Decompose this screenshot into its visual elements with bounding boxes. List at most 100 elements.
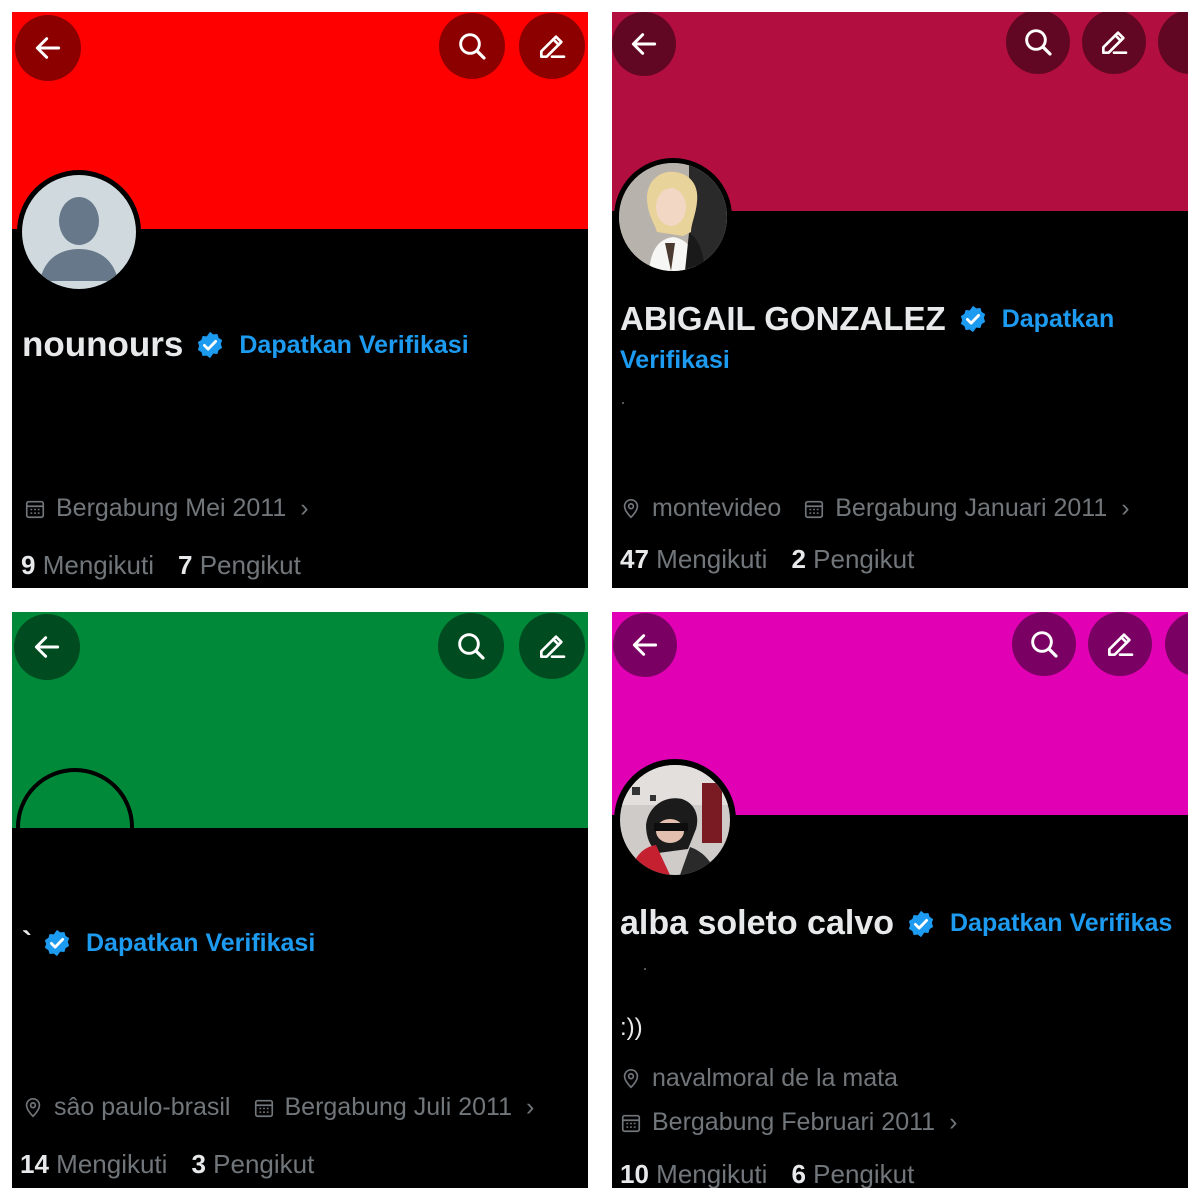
location: navalmoral de la mata xyxy=(620,1064,898,1093)
pencil-icon xyxy=(536,30,568,62)
followers-label: Pengikut xyxy=(213,1149,315,1179)
bio: :)) xyxy=(620,1014,643,1041)
arrow-left-icon xyxy=(628,28,660,60)
pencil-icon xyxy=(1104,628,1136,660)
avatar[interactable] xyxy=(614,158,732,276)
followers-link[interactable]: 3 Pengikut xyxy=(191,1149,314,1179)
calendar-icon xyxy=(253,1097,275,1119)
avatar[interactable] xyxy=(17,170,141,294)
following-count: 47 xyxy=(620,544,649,574)
photo-woman-sunglasses xyxy=(620,765,730,875)
display-name: nounours xyxy=(22,325,184,364)
back-button[interactable] xyxy=(14,614,80,680)
follow-stats: 10 Mengikuti 6 Pengikut xyxy=(620,1159,914,1188)
joined-text: Bergabung Juli 2011 xyxy=(284,1093,513,1121)
more-icon xyxy=(1174,26,1188,58)
follow-stats: 47 Mengikuti 2 Pengikut xyxy=(620,544,914,575)
display-name: ` xyxy=(22,926,32,959)
search-icon xyxy=(455,630,487,662)
verified-badge-icon xyxy=(42,928,72,958)
followers-link[interactable]: 7 Pengikut xyxy=(178,550,301,580)
chevron-right-icon[interactable]: › xyxy=(300,494,308,523)
location-pin-icon xyxy=(620,1068,642,1090)
following-count: 14 xyxy=(20,1149,49,1179)
back-button[interactable] xyxy=(15,15,81,81)
location-pin-icon xyxy=(620,498,642,520)
get-verified-link[interactable]: Dapatkan Verifikasi xyxy=(86,929,315,958)
edit-button[interactable] xyxy=(519,13,585,79)
avatar[interactable] xyxy=(16,768,134,886)
edit-button[interactable] xyxy=(1082,12,1146,74)
following-link[interactable]: 14 Mengikuti xyxy=(20,1149,167,1179)
default-avatar-icon xyxy=(40,197,118,281)
joined-date: Bergabung Juli 2011 › xyxy=(253,1093,534,1122)
profile-panel-backtick: ` Dapatkan Verifikasi sâo paulo-brasil B… xyxy=(12,612,588,1188)
location: montevideo xyxy=(620,494,781,523)
avatar[interactable] xyxy=(614,759,736,881)
get-verified-link-wrap[interactable]: Verifikasi xyxy=(620,341,730,379)
followers-label: Pengikut xyxy=(199,550,301,580)
followers-count: 2 xyxy=(791,544,806,574)
pencil-icon xyxy=(1098,26,1130,58)
search-button[interactable] xyxy=(439,13,505,79)
profile-meta: montevideo Bergabung Januari 2011 › xyxy=(620,494,1152,523)
verified-badge-icon xyxy=(958,304,988,334)
following-label: Mengikuti xyxy=(56,1149,168,1179)
name-row: alba soleto calvo Dapatkan Verifikas xyxy=(620,904,1172,943)
followers-label: Pengikut xyxy=(813,1159,915,1188)
back-button[interactable] xyxy=(613,613,677,677)
profile-meta: sâo paulo-brasil Bergabung Juli 2011 › xyxy=(22,1093,556,1122)
joined-date: Bergabung Mei 2011 › xyxy=(24,494,309,523)
search-icon xyxy=(1022,26,1054,58)
search-button[interactable] xyxy=(438,613,504,679)
location: sâo paulo-brasil xyxy=(22,1093,231,1122)
followers-label: Pengikut xyxy=(813,544,915,574)
arrow-left-icon xyxy=(32,32,64,64)
follow-stats: 9 Mengikuti 7 Pengikut xyxy=(21,550,301,581)
followers-link[interactable]: 6 Pengikut xyxy=(791,1159,914,1188)
following-label: Mengikuti xyxy=(42,550,154,580)
following-count: 9 xyxy=(21,550,36,580)
profile-panel-abigail-gonzalez: ABIGAIL GONZALEZ Dapatkan Verifikasi mon… xyxy=(612,12,1188,588)
location-text: montevideo xyxy=(652,494,782,522)
search-button[interactable] xyxy=(1012,612,1076,676)
back-button[interactable] xyxy=(612,12,676,76)
profile-panel-alba-soleto-calvo: alba soleto calvo Dapatkan Verifikas :))… xyxy=(612,612,1188,1188)
edit-button[interactable] xyxy=(519,613,585,679)
avatar-photo xyxy=(619,163,727,271)
following-link[interactable]: 9 Mengikuti xyxy=(21,550,154,580)
display-name: ABIGAIL GONZALEZ xyxy=(620,300,946,337)
following-label: Mengikuti xyxy=(656,544,768,574)
get-verified-link[interactable]: Dapatkan Verifikasi xyxy=(239,331,468,360)
chevron-right-icon[interactable]: › xyxy=(526,1093,534,1122)
search-button[interactable] xyxy=(1006,12,1070,74)
joined-text: Bergabung Februari 2011 xyxy=(652,1108,936,1136)
joined-row: Bergabung Februari 2011 › xyxy=(620,1108,979,1137)
verified-badge-icon xyxy=(195,330,225,360)
pencil-icon xyxy=(536,630,568,662)
calendar-icon xyxy=(620,1112,642,1134)
followers-count: 3 xyxy=(191,1149,206,1179)
get-verified-link[interactable]: Dapatkan Verifikas xyxy=(950,909,1172,938)
followers-link[interactable]: 2 Pengikut xyxy=(791,544,914,574)
chevron-right-icon[interactable]: › xyxy=(949,1108,957,1137)
edit-button[interactable] xyxy=(1088,612,1152,676)
followers-count: 6 xyxy=(791,1159,806,1188)
name-row: ` Dapatkan Verifikasi xyxy=(22,926,315,960)
chevron-right-icon[interactable]: › xyxy=(1121,494,1129,523)
following-count: 10 xyxy=(620,1159,649,1188)
following-link[interactable]: 47 Mengikuti xyxy=(620,544,767,574)
get-verified-link[interactable]: Dapatkan xyxy=(1002,305,1115,334)
joined-date: Bergabung Januari 2011 › xyxy=(803,494,1130,523)
profile-meta: Bergabung Mei 2011 › xyxy=(24,494,331,523)
location-pin-icon xyxy=(22,1097,44,1119)
following-link[interactable]: 10 Mengikuti xyxy=(620,1159,767,1188)
follow-stats: 14 Mengikuti 3 Pengikut xyxy=(20,1149,314,1180)
location-row: navalmoral de la mata xyxy=(620,1064,920,1093)
calendar-icon xyxy=(803,498,825,520)
display-name: alba soleto calvo xyxy=(620,904,894,942)
name-row: nounours Dapatkan Verifikasi xyxy=(22,325,469,365)
name-row: ABIGAIL GONZALEZ Dapatkan xyxy=(620,300,1114,338)
default-avatar xyxy=(22,175,136,289)
location-text: navalmoral de la mata xyxy=(652,1064,898,1092)
